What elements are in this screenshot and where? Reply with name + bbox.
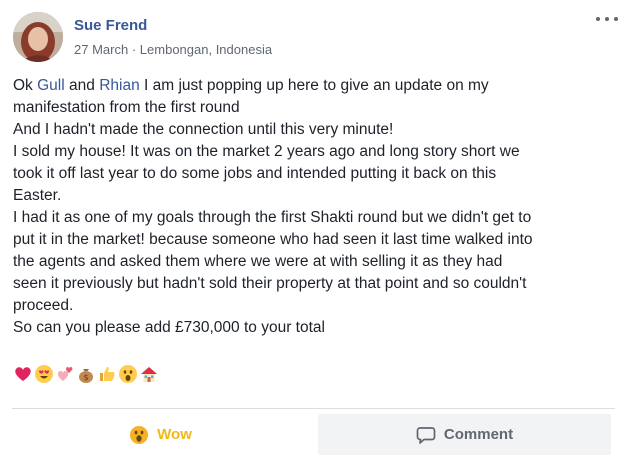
body-line: And I hadn't made the connection until t… — [13, 119, 613, 141]
body-line: I had it as one of my goals through the … — [13, 207, 613, 229]
mention-link[interactable]: Rhian — [99, 77, 140, 94]
body-text-segment: proceed. — [13, 297, 74, 314]
comment-icon — [416, 426, 436, 444]
post-location[interactable]: Lembongan, Indonesia — [140, 42, 272, 57]
body-line: the agents and asked them where we were … — [13, 251, 613, 273]
body-line: took it off last year to do some jobs an… — [13, 163, 613, 185]
body-text-segment: the agents and asked them where we were … — [13, 253, 503, 270]
body-text-segment: took it off last year to do some jobs an… — [13, 165, 497, 182]
more-options-icon[interactable] — [596, 12, 618, 26]
body-line: Easter. — [13, 185, 613, 207]
heart-icon — [15, 367, 31, 381]
two-hearts-icon — [57, 366, 73, 381]
svg-text:$: $ — [83, 373, 88, 382]
post-date[interactable]: 27 March — [74, 42, 128, 57]
meta-separator: · — [131, 42, 137, 57]
body-line: put it in the market! because someone wh… — [13, 229, 613, 251]
body-line: seen it previously but hadn't sold their… — [13, 273, 613, 295]
body-text-segment: Ok — [13, 77, 38, 94]
avatar[interactable] — [13, 12, 63, 62]
wow-face-icon — [119, 365, 137, 383]
wow-face-icon — [130, 425, 149, 444]
body-text-segment: manifestation from the first round — [13, 99, 240, 116]
emoji-row: $ — [13, 364, 159, 386]
body-text-segment: So can you please add £730,000 to your t… — [13, 319, 325, 336]
body-line: So can you please add £730,000 to your t… — [13, 317, 613, 339]
comment-button[interactable]: Comment — [318, 414, 611, 455]
body-text-segment: I am just popping up here to give an upd… — [139, 77, 489, 94]
body-text-segment: I sold my house! It was on the market 2 … — [13, 143, 520, 160]
body-line: Ok Gull and Rhian I am just popping up h… — [13, 75, 613, 97]
post-body: Ok Gull and Rhian I am just popping up h… — [13, 75, 613, 339]
wow-reaction-button[interactable]: Wow — [14, 414, 307, 455]
body-line: manifestation from the first round — [13, 97, 613, 119]
author-name[interactable]: Sue Frend — [74, 17, 147, 34]
actions-divider — [12, 408, 615, 409]
mention-link[interactable]: Gull — [37, 77, 65, 94]
body-text-segment: and — [64, 77, 100, 94]
heart-eyes-icon — [35, 365, 53, 383]
post-meta: 27 March · Lembongan, Indonesia — [74, 42, 272, 57]
body-line: proceed. — [13, 295, 613, 317]
comment-label: Comment — [443, 426, 514, 443]
body-text-segment: put it in the market! because someone wh… — [13, 231, 533, 248]
wow-label: Wow — [157, 426, 192, 443]
body-line: I sold my house! It was on the market 2 … — [13, 141, 613, 163]
thumbs-up-icon — [100, 367, 115, 381]
body-text-segment: seen it previously but hadn't sold their… — [13, 275, 527, 292]
body-text-segment: And I hadn't made the connection until t… — [13, 121, 394, 138]
house-icon — [141, 367, 157, 382]
facebook-post: Sue Frend 27 March · Lembongan, Indonesi… — [0, 0, 627, 463]
body-text-segment: Easter. — [13, 187, 62, 204]
body-text-segment: I had it as one of my goals through the … — [13, 209, 532, 226]
money-bag-icon: $ — [79, 369, 93, 383]
